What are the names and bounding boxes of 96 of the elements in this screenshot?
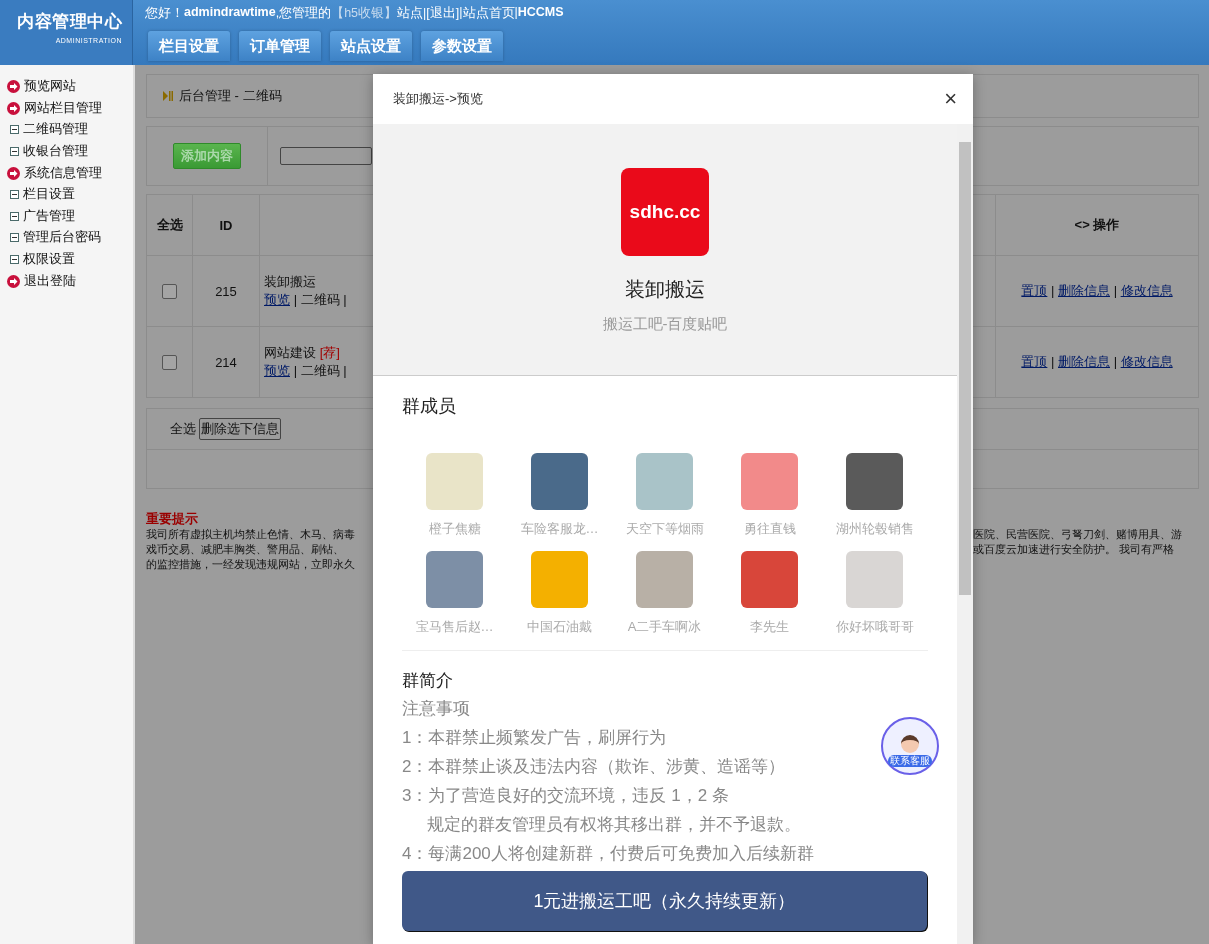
play-pause-icon	[163, 91, 173, 101]
collapse-icon	[10, 233, 19, 243]
separator-text: |	[1051, 283, 1055, 298]
sidebar-item[interactable]: 权限设置	[0, 248, 133, 270]
nav-tab[interactable]: 栏目设置	[148, 31, 230, 61]
collapse-icon	[10, 254, 19, 264]
arrow-circle-icon	[7, 101, 20, 115]
nav-tab[interactable]: 站点设置	[330, 31, 412, 61]
intro-text: 4：每满200人将创建新群，付费后可免费加入后续新群	[402, 843, 814, 865]
row-title: 网站建设	[264, 345, 316, 360]
action-link[interactable]: 删除信息	[1058, 354, 1110, 369]
separator-text: |	[1113, 283, 1117, 298]
sidebar-item[interactable]: 预览网站	[0, 75, 133, 97]
collapse-icon	[10, 190, 19, 200]
member-name: A二手车啊冰	[627, 618, 702, 636]
intro-text: 1：本群禁止频繁发广告，刷屏行为	[402, 727, 667, 749]
collapse-icon	[10, 211, 19, 221]
arrow-circle-icon	[7, 166, 20, 180]
intro-text: 注意事项	[402, 698, 470, 720]
greeting-text: 站点|	[397, 5, 427, 22]
action-link[interactable]: 删除信息	[1058, 283, 1110, 298]
table-cell: 215	[192, 255, 260, 327]
action-link[interactable]: 修改信息	[1120, 354, 1173, 369]
search-field[interactable]	[280, 147, 372, 165]
member-name: 橙子焦糖	[428, 520, 481, 538]
column-header: 全选	[146, 194, 193, 256]
group-source: 搬运工吧-百度贴吧	[602, 315, 728, 334]
select-all-label: 全选	[170, 420, 196, 438]
intro-text: 规定的群友管理员有权将其移出群，并不予退款。	[426, 814, 801, 836]
sidebar-item[interactable]: 系统信息管理	[0, 162, 133, 184]
row-checkbox[interactable]	[162, 284, 177, 300]
nav-tab[interactable]: 参数设置	[421, 31, 503, 61]
sidebar-item[interactable]: 二维码管理	[0, 119, 133, 141]
nav-tab[interactable]: 订单管理	[239, 31, 321, 61]
greeting-text: admindrawtime	[184, 5, 276, 21]
sidebar-item[interactable]: 管理后台密码	[0, 227, 133, 249]
notice-text: 或百度云加速进行安全防护。 我司有严格	[973, 542, 1176, 557]
member-name: 天空下等烟雨	[625, 520, 704, 538]
separator-text: |	[1113, 354, 1117, 369]
group-logo: sdhc.cc	[621, 168, 709, 256]
link-separator-text: | 二维码 |	[293, 363, 347, 378]
sidebar-item[interactable]: 收银台管理	[0, 140, 133, 162]
intro-text: 3：为了营造良好的交流环境，违反 1，2 条	[402, 785, 729, 807]
close-button[interactable]: ×	[944, 89, 957, 109]
collapse-icon	[10, 125, 19, 135]
notice-title: 重要提示	[146, 511, 199, 527]
greeting-text: |	[514, 5, 518, 21]
notice-text: 戏币交易、减肥丰胸类、警用品、刷钻、	[146, 542, 345, 557]
collapse-icon	[10, 146, 19, 156]
sidebar-item[interactable]: 栏目设置	[0, 184, 133, 206]
member-name: 湖州轮毂销售	[835, 520, 914, 538]
section-heading: 群简介	[402, 670, 454, 692]
action-link[interactable]: 修改信息	[1120, 283, 1173, 298]
sidebar-item[interactable]: 网站栏目管理	[0, 97, 133, 119]
site-name: 【h5收银】	[331, 5, 398, 22]
member-name: 李先生	[750, 618, 789, 636]
scrollbar[interactable]	[957, 124, 973, 944]
header-link[interactable]: 站点首页	[462, 5, 515, 22]
column-header: ID	[192, 194, 260, 256]
preview-link[interactable]: 预览	[264, 363, 290, 378]
action-link[interactable]: 置顶	[1021, 283, 1048, 298]
sidebar-item[interactable]: 退出登陆	[0, 270, 133, 292]
breadcrumb-text: 后台管理 - 二维码	[179, 87, 282, 105]
notice-text: 的监控措施，一经发现违规网站，立即永久	[146, 557, 355, 572]
separator-text: |	[1051, 354, 1055, 369]
member-name: 中国石油戴	[527, 618, 592, 636]
greeting-text: |	[459, 5, 463, 22]
member-name: 勇往直钱	[743, 520, 796, 538]
preview-link[interactable]: 预览	[264, 292, 290, 307]
notice-text: 医院、民营医院、弓弩刀剑、赌博用具、游	[973, 527, 1183, 542]
section-heading: 群成员	[402, 395, 457, 418]
action-link[interactable]: 置顶	[1021, 354, 1048, 369]
member-name: 你好坏哦哥哥	[835, 618, 914, 636]
table-cell: 214	[192, 326, 260, 398]
customer-service-button[interactable]: 联系客服	[881, 717, 939, 775]
link-separator-text: | 二维码 |	[293, 292, 347, 307]
greeting-text: 您好！	[145, 5, 184, 22]
greeting-text: ,您管理的	[275, 5, 332, 22]
dialog-title: 装卸搬运->预览	[393, 90, 483, 108]
recommend-tag: [荐]	[319, 345, 340, 360]
delete-selected-button[interactable]: 删除选下信息	[199, 418, 281, 440]
arrow-circle-icon	[7, 79, 20, 93]
greeting-text: HCCMS	[517, 5, 564, 21]
row-title: 装卸搬运	[264, 274, 316, 289]
intro-text: 2：本群禁止谈及违法内容（欺诈、涉黄、造谣等）	[402, 756, 786, 778]
column-header: <> 操作	[995, 194, 1199, 256]
sidebar-item[interactable]: 广告管理	[0, 205, 133, 227]
notice-text: 我司所有虚拟主机均禁止色情、木马、病毒	[146, 527, 355, 542]
logo-title: 内容管理中心	[17, 11, 122, 33]
arrow-circle-icon	[7, 274, 20, 288]
join-button[interactable]: 1元进搬运工吧（永久持续更新）	[402, 871, 927, 931]
row-checkbox[interactable]	[162, 355, 177, 371]
member-name: 宝马售后赵…	[415, 618, 494, 636]
group-name: 装卸搬运	[625, 277, 705, 302]
member-name: 车险客服龙…	[520, 520, 599, 538]
header-link[interactable]: [退出]	[426, 5, 460, 22]
